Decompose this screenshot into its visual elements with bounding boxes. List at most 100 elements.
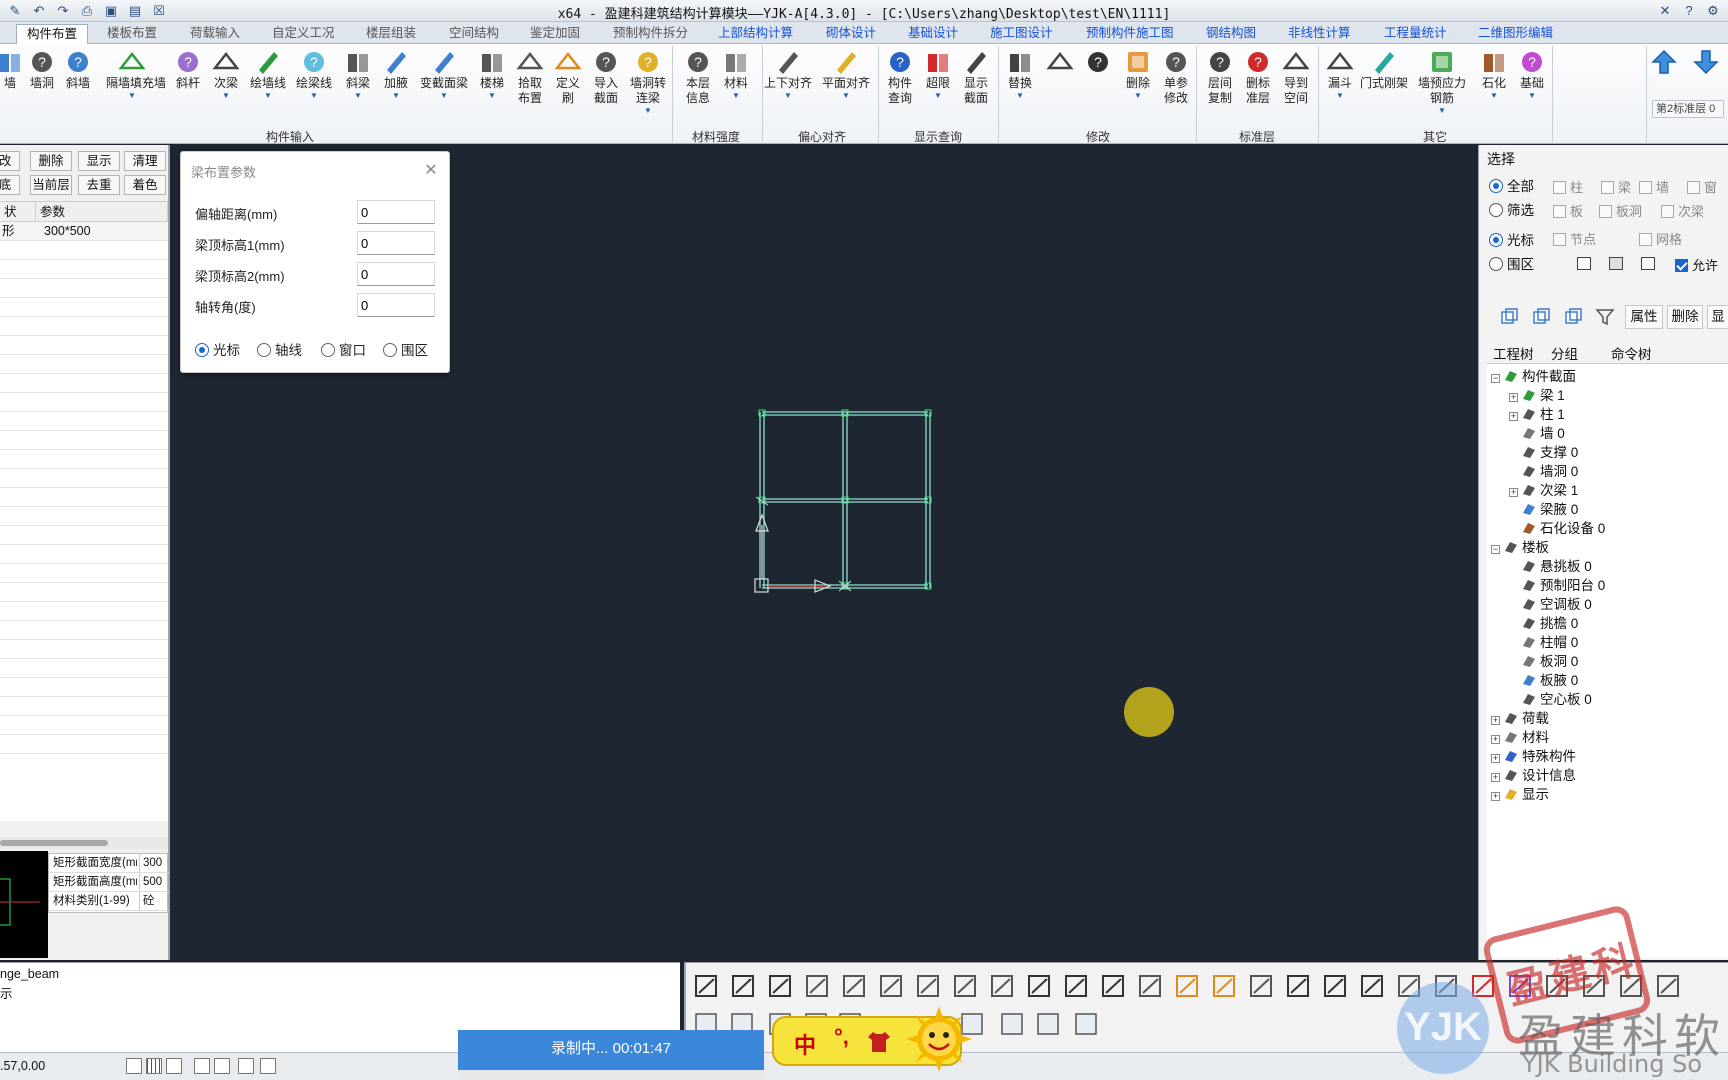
- standard-floor-selector[interactable]: 第2标准层 0: [1652, 100, 1724, 118]
- menu-tab-3[interactable]: 自定义工况: [272, 25, 335, 43]
- ime-mode-char[interactable]: 中: [794, 1028, 816, 1060]
- tree-expander-icon[interactable]: +: [1509, 488, 1518, 497]
- select-mode-1-icon[interactable]: [1577, 257, 1591, 270]
- tree-expand-icon[interactable]: [1499, 307, 1523, 329]
- tree-refresh-icon[interactable]: [1563, 307, 1587, 329]
- dropdown-arrow-icon[interactable]: ▼: [296, 91, 332, 101]
- checkbox-box[interactable]: [1601, 181, 1614, 194]
- tree-node[interactable]: − 构件截面: [1491, 368, 1576, 385]
- tree-node[interactable]: + 特殊构件: [1491, 748, 1576, 765]
- ribbon-button-6[interactable]: 绘墙线 ▼: [250, 48, 286, 128]
- tree-expander-icon[interactable]: +: [1491, 716, 1500, 725]
- dropdown-arrow-icon[interactable]: ▼: [1424, 106, 1460, 116]
- filter-checkbox[interactable]: 板洞: [1599, 201, 1642, 220]
- table-row[interactable]: [0, 393, 168, 412]
- help-icon[interactable]: ?: [1680, 2, 1698, 20]
- tree-expander-icon[interactable]: +: [1491, 754, 1500, 763]
- dropdown-arrow-icon[interactable]: ▼: [208, 91, 244, 101]
- dropdown-arrow-icon[interactable]: ▼: [718, 91, 754, 101]
- ribbon-button-7[interactable]: ? 绘梁线 ▼: [296, 48, 332, 128]
- checkbox-box[interactable]: [1553, 233, 1566, 246]
- tree-expander-icon[interactable]: −: [1491, 545, 1500, 554]
- ribbon-button-2[interactable]: ? 斜墙: [60, 48, 96, 128]
- radio-dot[interactable]: [383, 343, 397, 357]
- recording-indicator[interactable]: 录制中... 00:01:47: [458, 1030, 764, 1080]
- dropdown-arrow-icon[interactable]: ▼: [1514, 91, 1550, 101]
- checkbox-box[interactable]: [1661, 205, 1674, 218]
- table-row[interactable]: [0, 678, 168, 697]
- ime-toolbar[interactable]: 中 °,: [772, 1006, 972, 1072]
- table-row[interactable]: [0, 526, 168, 545]
- dropdown-arrow-icon[interactable]: ▼: [426, 91, 462, 101]
- select-radio[interactable]: 筛选: [1489, 199, 1534, 219]
- tree-node[interactable]: 预制阳台 0: [1509, 577, 1605, 594]
- table-row[interactable]: [0, 431, 168, 450]
- ortho-icon[interactable]: [166, 1058, 182, 1074]
- zoom-in-icon[interactable]: [1062, 971, 1092, 1001]
- tree-node[interactable]: + 柱 1: [1509, 406, 1565, 423]
- table-row[interactable]: [0, 374, 168, 393]
- settings-icon[interactable]: ⚙: [1704, 2, 1722, 20]
- radio-dot[interactable]: [195, 343, 209, 357]
- checkbox-box[interactable]: [1599, 205, 1612, 218]
- tree-expander-icon[interactable]: −: [1491, 374, 1500, 383]
- dropdown-arrow-icon[interactable]: ▼: [1002, 91, 1038, 101]
- radio-dot[interactable]: [1489, 257, 1503, 271]
- zoom-out-icon[interactable]: [1099, 971, 1129, 1001]
- table-row[interactable]: [0, 716, 168, 735]
- view-icon[interactable]: [1654, 971, 1684, 1001]
- table-row[interactable]: [0, 602, 168, 621]
- tree-collapse-icon[interactable]: [1531, 307, 1555, 329]
- select-radio[interactable]: 围区: [1489, 253, 1534, 273]
- tree-tab-2[interactable]: 命令树: [1611, 343, 1652, 363]
- polar-icon[interactable]: [194, 1058, 210, 1074]
- object-snap-icon[interactable]: [214, 1058, 230, 1074]
- dropdown-arrow-icon[interactable]: ▼: [828, 91, 864, 101]
- dropdown-arrow-icon[interactable]: ▼: [340, 91, 376, 101]
- dropdown-arrow-icon[interactable]: ▼: [1322, 91, 1358, 101]
- table-row[interactable]: [0, 298, 168, 317]
- property-value[interactable]: 砼: [139, 892, 169, 910]
- ribbon-button-18[interactable]: 上下对齐 ▼: [764, 48, 812, 128]
- pan-hand-icon[interactable]: [988, 971, 1018, 1001]
- dialog-field-input[interactable]: [357, 231, 435, 255]
- radio-dot[interactable]: [1489, 203, 1503, 217]
- menu-tab-14[interactable]: 非线性计算: [1288, 25, 1351, 43]
- tree-expander-icon[interactable]: +: [1509, 393, 1518, 402]
- ribbon-button-27[interactable]: ? 单参 修改: [1158, 48, 1194, 128]
- tree-node[interactable]: 悬挑板 0: [1509, 558, 1592, 575]
- checkbox-box[interactable]: [1639, 233, 1652, 246]
- table-row[interactable]: [0, 735, 168, 754]
- mode-radio-3[interactable]: 围区: [383, 339, 428, 358]
- cube-icon[interactable]: [803, 971, 833, 1001]
- menu-tab-8[interactable]: 上部结构计算: [718, 25, 793, 43]
- dimension-b-icon[interactable]: [1321, 971, 1351, 1001]
- checkbox-box[interactable]: [1687, 181, 1700, 194]
- dialog-field-input[interactable]: [357, 200, 435, 224]
- dialog-field-input[interactable]: [357, 293, 435, 317]
- snap-icon[interactable]: [126, 1058, 142, 1074]
- menu-tab-4[interactable]: 楼层组装: [366, 25, 416, 43]
- tree-expander-icon[interactable]: +: [1509, 412, 1518, 421]
- ribbon-button-24[interactable]: [1042, 48, 1078, 128]
- tree-expander-icon[interactable]: +: [1491, 735, 1500, 744]
- dimension-a-icon[interactable]: [1284, 971, 1314, 1001]
- tree-node[interactable]: + 梁 1: [1509, 387, 1565, 404]
- tree-expander-icon[interactable]: +: [1491, 773, 1500, 782]
- move-cross-icon[interactable]: [1025, 971, 1055, 1001]
- filter-funnel-icon[interactable]: [1595, 307, 1619, 329]
- tree-node[interactable]: 空调板 0: [1509, 596, 1592, 613]
- left-button-row2-0[interactable]: 底: [0, 175, 20, 195]
- dialog-field-input[interactable]: [357, 262, 435, 286]
- table-row[interactable]: [0, 583, 168, 602]
- property-value[interactable]: 300: [139, 854, 169, 872]
- scrollbar-thumb[interactable]: [0, 840, 108, 846]
- ribbon-button-22[interactable]: 显示 截面: [958, 48, 994, 128]
- tree-node[interactable]: + 材料: [1491, 729, 1549, 746]
- table-row[interactable]: 形 300*500: [0, 222, 168, 241]
- dropdown-arrow-icon[interactable]: ▼: [770, 91, 806, 101]
- text-a-icon[interactable]: [1358, 971, 1388, 1001]
- radio-dot[interactable]: [257, 343, 271, 357]
- property-row[interactable]: 矩形截面高度(mm)500: [49, 873, 169, 892]
- cube-side-icon[interactable]: [877, 971, 907, 1001]
